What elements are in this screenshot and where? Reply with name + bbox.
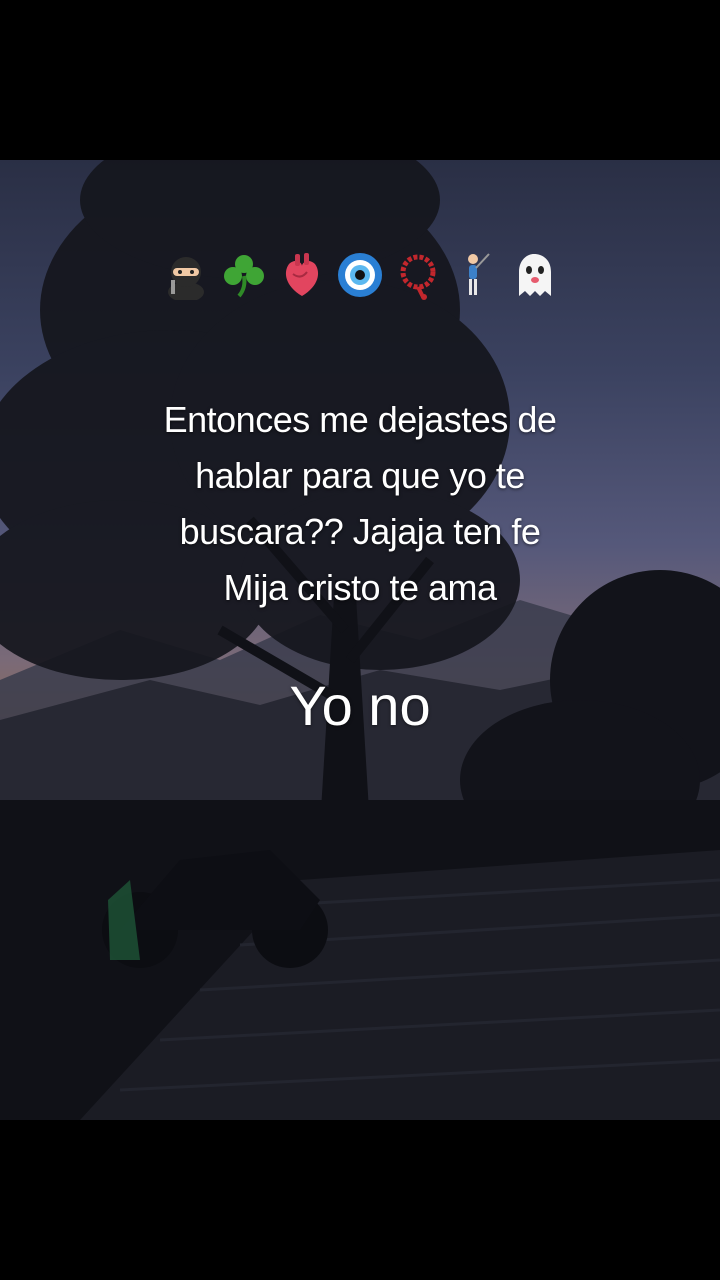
shamrock-icon bbox=[217, 248, 271, 302]
caption-line: Mija cristo te ama bbox=[223, 567, 497, 608]
person-golfing-icon bbox=[449, 248, 503, 302]
caption-line: hablar para que yo te bbox=[195, 455, 525, 496]
reply-text: Yo no bbox=[289, 674, 431, 737]
bottom-letterbox bbox=[0, 1120, 720, 1280]
ninja-icon bbox=[159, 248, 213, 302]
nazar-amulet-icon bbox=[333, 248, 387, 302]
emoji-row bbox=[0, 243, 720, 307]
prayer-beads-icon bbox=[391, 248, 445, 302]
caption-line: Entonces me dejastes de bbox=[163, 399, 557, 440]
caption-line: buscara?? Jajaja ten fe bbox=[179, 511, 541, 552]
top-letterbox bbox=[0, 0, 720, 160]
caption-text: Entonces me dejastes de hablar para que … bbox=[60, 392, 660, 616]
anatomical-heart-icon bbox=[275, 248, 329, 302]
ghost-icon bbox=[507, 248, 561, 302]
